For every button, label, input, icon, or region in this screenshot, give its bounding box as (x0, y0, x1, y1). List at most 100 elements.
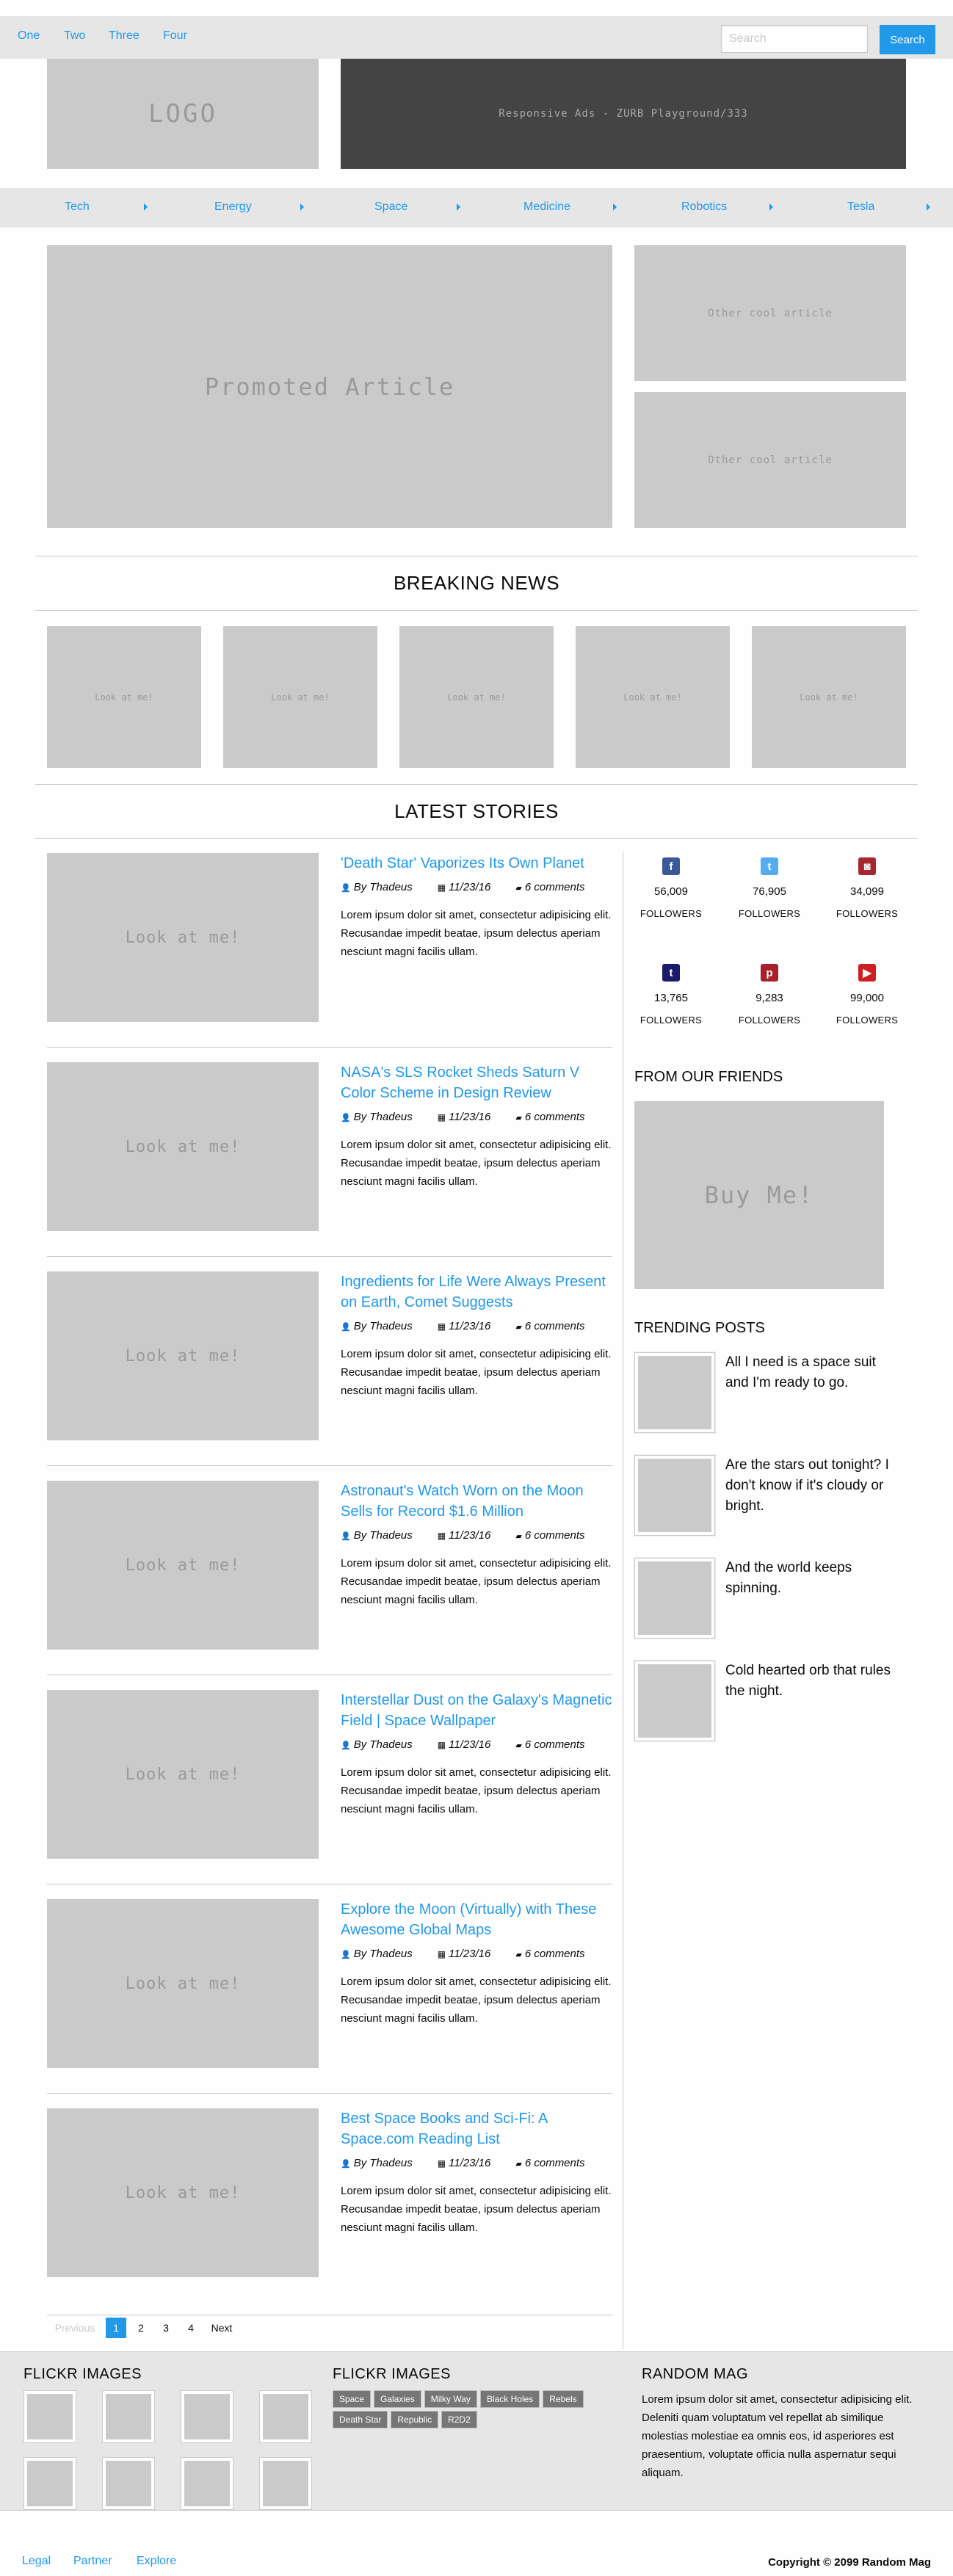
story-comments[interactable]: ▰ 6 comments (515, 881, 584, 893)
story-title[interactable]: 'Death Star' Vaporizes Its Own Planet (341, 853, 612, 874)
category-energy[interactable]: Energy (214, 200, 252, 214)
search-input[interactable] (721, 25, 868, 53)
social-stat[interactable]: t 76,905 FOLLOWERS (733, 857, 806, 919)
trending-post-link[interactable]: All I need is a space suit and I'm ready… (725, 1352, 894, 1393)
nav-item-one[interactable]: One (18, 29, 40, 43)
ad-banner[interactable]: Responsive Ads - ZURB Playground/333 (341, 59, 906, 169)
category-robotics[interactable]: Robotics (681, 200, 727, 214)
category-tesla[interactable]: Tesla (847, 200, 874, 214)
tag-label[interactable]: R2D2 (441, 2411, 477, 2428)
story-comments[interactable]: ▰ 6 comments (515, 1320, 584, 1332)
trending-thumbnail[interactable] (634, 1455, 715, 1536)
breaking-item[interactable]: Look at me! (47, 626, 201, 768)
trending-post-link[interactable]: Are the stars out tonight? I don't know … (725, 1455, 894, 1517)
category-tech[interactable]: Tech (65, 200, 90, 214)
breaking-item[interactable]: Look at me! (576, 626, 730, 768)
trending-thumbnail[interactable] (634, 1558, 715, 1639)
flickr-thumbnail[interactable] (102, 2390, 155, 2443)
breaking-item[interactable]: Look at me! (223, 626, 377, 768)
story-image[interactable]: Look at me! (47, 1690, 319, 1859)
story-image[interactable]: Look at me! (47, 1062, 319, 1231)
social-stat[interactable]: ▶ 99,000 FOLLOWERS (830, 964, 904, 1026)
story-image[interactable]: Look at me! (47, 1271, 319, 1440)
category-space[interactable]: Space (374, 200, 407, 214)
tag-label[interactable]: Space (333, 2390, 372, 2408)
social-stat[interactable]: f 56,009 FOLLOWERS (634, 857, 708, 919)
tumblr-icon[interactable]: t (662, 964, 680, 982)
facebook-icon[interactable]: f (662, 857, 680, 875)
youtube-icon[interactable]: ▶ (858, 964, 876, 982)
story-image[interactable]: Look at me! (47, 853, 319, 1022)
story-title[interactable]: Interstellar Dust on the Galaxy's Magnet… (341, 1690, 612, 1731)
trending-post-link[interactable]: Cold hearted orb that rules the night. (725, 1661, 894, 1702)
flickr-thumbnail[interactable] (259, 2457, 312, 2510)
chevron-right-icon[interactable] (144, 203, 148, 211)
story-title[interactable]: Explore the Moon (Virtually) with These … (341, 1899, 612, 1940)
twitter-icon[interactable]: t (761, 857, 778, 875)
story-title[interactable]: Astronaut's Watch Worn on the Moon Sells… (341, 1481, 612, 1522)
side-article[interactable]: Other cool article (634, 245, 906, 381)
promoted-article[interactable]: Promoted Article (47, 245, 612, 528)
story-image[interactable]: Look at me! (47, 2108, 319, 2277)
category-medicine[interactable]: Medicine (523, 200, 570, 214)
story-title[interactable]: Ingredients for Life Were Always Present… (341, 1271, 612, 1313)
nav-item-four[interactable]: Four (163, 29, 187, 43)
social-stat[interactable]: ◙ 34,099 FOLLOWERS (830, 857, 904, 919)
chevron-right-icon[interactable] (613, 203, 617, 211)
flickr-thumbnail[interactable] (181, 2457, 233, 2510)
breaking-item[interactable]: Look at me! (752, 626, 906, 768)
flickr-thumbnail[interactable] (181, 2390, 233, 2443)
pagination-next[interactable]: Next (207, 2318, 236, 2338)
chevron-right-icon[interactable] (769, 203, 773, 211)
flickr-thumbnail[interactable] (102, 2457, 155, 2510)
trending-thumbnail[interactable] (634, 1661, 715, 1741)
pagination-page[interactable]: 2 (131, 2318, 151, 2338)
story-comments[interactable]: ▰ 6 comments (515, 1529, 584, 1542)
story-comments[interactable]: ▰ 6 comments (515, 1948, 584, 1960)
chevron-right-icon[interactable] (927, 203, 930, 211)
story-comments[interactable]: ▰ 6 comments (515, 2157, 584, 2169)
flickr-thumbnail[interactable] (23, 2457, 76, 2510)
nav-item-two[interactable]: Two (64, 29, 85, 43)
pinterest-icon[interactable]: p (761, 964, 778, 982)
pagination-page[interactable]: 1 (106, 2318, 126, 2338)
story-image[interactable]: Look at me! (47, 1481, 319, 1650)
flickr-thumbnail[interactable] (259, 2390, 312, 2443)
sidebar-ad[interactable]: Buy Me! (634, 1101, 884, 1289)
story-excerpt: Lorem ipsum dolor sit amet, consectetur … (341, 1975, 612, 2025)
tag-label[interactable]: Republic (391, 2411, 439, 2428)
search-button[interactable]: Search (880, 25, 935, 54)
nav-item-three[interactable]: Three (109, 29, 139, 43)
tag-label[interactable]: Death Star (333, 2411, 388, 2428)
logo[interactable]: LOGO (47, 59, 319, 169)
tag-label[interactable]: Rebels (543, 2390, 584, 2408)
story-comments[interactable]: ▰ 6 comments (515, 1111, 584, 1123)
trending-post-link[interactable]: And the world keeps spinning. (725, 1558, 894, 1599)
instagram-icon[interactable]: ◙ (858, 857, 876, 875)
partner-link[interactable]: Partner (73, 2555, 112, 2568)
tag-label[interactable]: Black Holes (479, 2390, 540, 2408)
story-author: 👤 By Thadeus (341, 1111, 413, 1123)
side-article[interactable]: Other cool article (634, 392, 906, 528)
pagination-previous[interactable]: Previous (53, 2318, 97, 2338)
tag-label[interactable]: Galaxies (374, 2390, 421, 2408)
story-image[interactable]: Look at me! (47, 1899, 319, 2068)
trending-thumbnail[interactable] (634, 1352, 715, 1433)
pagination-page[interactable]: 3 (156, 2318, 176, 2338)
legal-link[interactable]: Legal (22, 2555, 51, 2568)
social-stat[interactable]: p 9,283 FOLLOWERS (733, 964, 806, 1026)
social-stat[interactable]: t 13,765 FOLLOWERS (634, 964, 708, 1026)
tag-label[interactable]: Milky Way (424, 2390, 477, 2408)
user-icon: 👤 (341, 1532, 351, 1541)
breaking-item[interactable]: Look at me! (399, 626, 554, 768)
chevron-right-icon[interactable] (300, 203, 304, 211)
category-bar: Tech Energy Space Medicine Robotics Tesl… (0, 188, 953, 228)
story-title[interactable]: NASA's SLS Rocket Sheds Saturn V Color S… (341, 1062, 612, 1103)
chevron-right-icon[interactable] (457, 203, 460, 211)
explore-link[interactable]: Explore (137, 2555, 176, 2568)
flickr-thumbnail[interactable] (23, 2390, 76, 2443)
story-comments[interactable]: ▰ 6 comments (515, 1738, 584, 1751)
story-title[interactable]: Best Space Books and Sci-Fi: A Space.com… (341, 2108, 612, 2149)
story-author-text: By Thadeus (353, 2157, 413, 2169)
pagination-page[interactable]: 4 (181, 2318, 201, 2338)
